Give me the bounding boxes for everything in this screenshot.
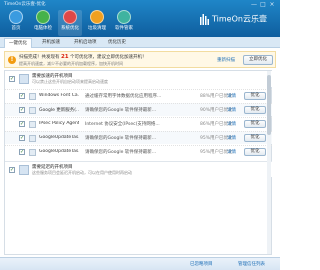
maximize-button[interactable]: □ — [259, 1, 267, 8]
tab-one-click[interactable]: 一键优化 — [4, 38, 32, 48]
tab-boot-speedup[interactable]: 开机加速 — [38, 38, 64, 48]
details-link[interactable]: 详情 — [227, 121, 236, 127]
item-checkbox[interactable]: ✓ — [19, 149, 25, 155]
details-link[interactable]: 详情 — [227, 93, 236, 99]
item-checkbox[interactable]: ✓ — [19, 107, 25, 113]
list-item: ✓ GoogleUpdateTas... 请确保您的Google 软件保持最新.… — [5, 145, 272, 158]
header-bar: TimeOn云乐壹-优化 — □ × 首页 电脑体检 系统优化 垃圾清理 软件管… — [0, 0, 280, 37]
service-icon — [29, 135, 36, 142]
scan-summary: 扫描完成！共发现有 21 个可优化项，建议立即优化加速开机！ — [19, 54, 147, 60]
details-link[interactable]: 详情 — [227, 107, 236, 113]
rocket-icon — [63, 10, 77, 24]
trust-list-link[interactable]: 管理信任列表 — [238, 261, 265, 267]
footer-bar: 已忽略项目 管理信任列表 — [0, 257, 280, 270]
service-icon — [29, 121, 36, 128]
item-checkbox[interactable]: ✓ — [19, 121, 25, 127]
app-logo: TimeOn云乐壹 — [200, 13, 267, 25]
nav-optimize[interactable]: 系统优化 — [58, 10, 82, 36]
tab-startup-items[interactable]: 开机启动项 — [70, 38, 101, 48]
checkup-icon — [36, 10, 50, 24]
ignored-items-link[interactable]: 已忽略项目 — [190, 261, 213, 267]
optimize-item-button[interactable]: 优化 — [244, 106, 266, 114]
home-icon — [9, 10, 23, 24]
details-link[interactable]: 详情 — [227, 149, 236, 155]
close-button[interactable]: × — [268, 1, 276, 8]
service-icon — [29, 107, 36, 114]
list-item: ✓ GoogleUpdateTas... 请确保您的Google 软件保持最新.… — [5, 131, 272, 144]
group-icon — [19, 74, 29, 84]
list-item: ✓ IPsec Policy Agent Internet 协议安全(IPsec… — [5, 117, 272, 130]
group-icon — [19, 165, 29, 175]
tab-history[interactable]: 优化历史 — [104, 38, 130, 48]
group-checkbox[interactable]: ✓ — [9, 76, 15, 82]
nav-home[interactable]: 首页 — [4, 10, 28, 36]
optimize-item-button[interactable]: 优化 — [244, 148, 266, 156]
nav-checkup[interactable]: 电脑体检 — [31, 10, 55, 36]
scan-subtitle: 提高开机速度，减少不必要的开机加载程序，加快开机时间 — [19, 61, 123, 66]
software-icon — [117, 10, 131, 24]
issue-count: 21 — [60, 54, 69, 60]
rescan-link[interactable]: 重新扫描 — [217, 57, 235, 63]
group-header: ✓ 需要延迟的开机项目 这些服务项目会延迟开机启动，可以在用户使用时再启动 — [5, 161, 272, 177]
tab-bar: 一键优化 开机加速 开机启动项 优化历史 — [0, 37, 280, 48]
service-icon — [29, 149, 36, 156]
optimize-item-button[interactable]: 优化 — [244, 120, 266, 128]
list-item: ✓ Windows Font Ca... 通过缓存常用字体数据优化应用程序...… — [5, 89, 272, 102]
item-checkbox[interactable]: ✓ — [19, 93, 25, 99]
window-title: TimeOn云乐壹-优化 — [4, 2, 46, 7]
optimize-item-button[interactable]: 优化 — [244, 92, 266, 100]
service-icon — [29, 93, 36, 100]
item-checkbox[interactable]: ✓ — [19, 135, 25, 141]
nav-clean[interactable]: 垃圾清理 — [85, 10, 109, 36]
details-link[interactable]: 详情 — [227, 135, 236, 141]
nav-software[interactable]: 软件管家 — [112, 10, 136, 36]
list-item: ✓ Google 更新服务(... 请确保您的Google 软件保持最新... … — [5, 103, 272, 116]
optimize-now-button[interactable]: 立即优化 — [243, 55, 273, 65]
group-checkbox[interactable]: ✓ — [9, 167, 15, 173]
warning-icon: ! — [8, 56, 16, 64]
scan-result-bar: ! 扫描完成！共发现有 21 个可优化项，建议立即优化加速开机！ 提高开机速度，… — [4, 51, 276, 68]
optimize-item-button[interactable]: 优化 — [244, 134, 266, 142]
logo-mark-icon — [200, 14, 209, 25]
group-header: ✓ 需要加速的开机项目 可以禁止这些开机自启动项来提高启动速度 — [5, 71, 272, 87]
broom-icon — [90, 10, 104, 24]
scrollbar[interactable] — [267, 71, 271, 254]
minimize-button[interactable]: — — [250, 1, 258, 8]
startup-items-list: ✓ 需要加速的开机项目 可以禁止这些开机自启动项来提高启动速度 ✓ Window… — [4, 70, 272, 255]
scrollbar-thumb[interactable] — [267, 75, 271, 135]
